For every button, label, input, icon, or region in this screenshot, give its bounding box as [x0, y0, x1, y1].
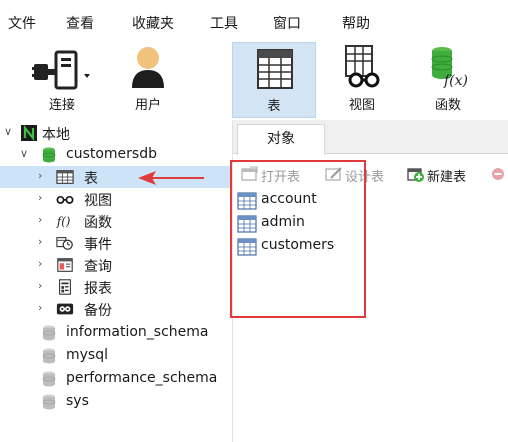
tree-database-customersdb[interactable]: ∨ customersdb — [0, 144, 232, 166]
table-icon — [237, 238, 257, 256]
tree-item-label: 事件 — [84, 237, 112, 253]
table-name: admin — [261, 214, 305, 230]
tree-item-label: 视图 — [84, 193, 112, 209]
table-name: customers — [261, 237, 335, 253]
list-item-table[interactable]: admin — [237, 213, 377, 235]
table-icon — [56, 170, 74, 184]
database-icon — [42, 371, 56, 387]
menu-favorites[interactable]: 收藏夹 — [132, 13, 174, 33]
tree-item-backups[interactable]: › 备份 — [0, 298, 232, 320]
report-icon — [59, 279, 71, 295]
design-table-label: 设计表 — [345, 170, 385, 185]
menu-file[interactable]: 文件 — [8, 13, 36, 33]
tree-database-sys[interactable]: sys — [0, 391, 232, 413]
new-table-icon — [407, 168, 424, 182]
chevron-down-icon[interactable]: ∨ — [4, 126, 14, 138]
tree-item-label: 备份 — [84, 303, 112, 319]
open-table-label: 打开表 — [261, 170, 301, 185]
table-icon — [237, 192, 257, 210]
database-label: customersdb — [66, 146, 157, 162]
table-icon — [237, 215, 257, 233]
new-table-button[interactable]: 新建表 — [407, 165, 487, 185]
chevron-right-icon[interactable]: › — [38, 170, 48, 182]
tree-database-information-schema[interactable]: information_schema — [0, 322, 232, 344]
function-label: 函数 — [434, 98, 461, 113]
chevron-right-icon[interactable]: › — [38, 258, 48, 270]
backup-icon — [56, 303, 74, 315]
event-clock-icon — [56, 237, 73, 250]
tab-objects[interactable]: 对象 — [237, 124, 325, 155]
database-icon — [42, 325, 56, 341]
object-tab-bar: 对象 — [233, 120, 508, 155]
tree-item-label: 函数 — [84, 215, 112, 231]
tree-item-label: 报表 — [84, 281, 112, 297]
design-table-button[interactable]: 设计表 — [325, 165, 405, 185]
function-icon: f() — [56, 215, 71, 229]
view-button[interactable]: 视图 — [322, 40, 402, 118]
tree-item-label: 查询 — [84, 259, 112, 275]
view-label: 视图 — [348, 98, 375, 113]
table-label: 表 — [267, 99, 281, 114]
chevron-down-icon[interactable]: ∨ — [20, 148, 30, 160]
table-name: account — [261, 191, 317, 207]
chevron-right-icon[interactable]: › — [38, 302, 48, 314]
table-button[interactable]: 表 — [232, 42, 316, 118]
tree-item-label: 表 — [84, 171, 98, 187]
connect-label: 连接 — [48, 98, 75, 113]
menu-bar: 文件 查看 收藏夹 工具 窗口 帮助 — [0, 0, 508, 40]
connect-button[interactable]: 连接 — [22, 40, 102, 118]
chevron-right-icon[interactable]: › — [38, 214, 48, 226]
open-table-button[interactable]: 打开表 — [241, 165, 321, 185]
tree-item-queries[interactable]: › 查询 — [0, 254, 232, 276]
database-label: information_schema — [66, 324, 209, 340]
user-icon — [132, 47, 164, 88]
glasses-icon — [56, 195, 74, 204]
list-item-table[interactable]: customers — [237, 236, 377, 258]
connection-icon — [21, 124, 37, 142]
chevron-right-icon[interactable]: › — [38, 236, 48, 248]
tree-item-reports[interactable]: › 报表 — [0, 276, 232, 298]
menu-window[interactable]: 窗口 — [273, 13, 301, 33]
delete-icon — [492, 168, 504, 180]
tree-root-local[interactable]: ∨ 本地 — [0, 122, 232, 144]
query-icon — [57, 258, 73, 272]
function-button[interactable]: f(x) 函数 — [408, 40, 488, 118]
view-icon — [345, 45, 380, 88]
tree-item-events[interactable]: › 事件 — [0, 232, 232, 254]
function-icon: f(x) — [431, 47, 468, 89]
tree-item-views[interactable]: › 视图 — [0, 188, 232, 210]
tree-root-label: 本地 — [42, 127, 70, 143]
object-panel: 对象 打开表 设计表 新建表 account admin customers — [232, 120, 508, 442]
design-table-icon — [325, 167, 342, 181]
chevron-right-icon[interactable]: › — [38, 192, 48, 204]
database-label: sys — [66, 393, 89, 409]
new-table-label: 新建表 — [427, 170, 467, 185]
object-toolbar: 打开表 设计表 新建表 — [233, 162, 508, 188]
annotation-arrow-icon — [138, 171, 204, 185]
connection-icon — [32, 50, 90, 90]
main-toolbar: 连接 用户 表 视图 f(x) 函数 — [0, 40, 508, 120]
svg-text:f(): f() — [56, 215, 71, 229]
tree-database-performance-schema[interactable]: performance_schema — [0, 368, 232, 390]
list-item-table[interactable]: account — [237, 190, 377, 212]
user-button[interactable]: 用户 — [108, 40, 188, 118]
menu-view[interactable]: 查看 — [66, 13, 94, 33]
menu-help[interactable]: 帮助 — [342, 13, 370, 33]
chevron-right-icon[interactable]: › — [38, 280, 48, 292]
database-icon — [42, 394, 56, 410]
delete-table-button[interactable] — [489, 165, 507, 185]
open-table-icon — [241, 166, 258, 181]
database-label: performance_schema — [66, 370, 218, 386]
database-icon — [42, 147, 56, 163]
database-label: mysql — [66, 347, 108, 363]
function-icon-text: f(x) — [443, 73, 468, 89]
tree-item-functions[interactable]: › f() 函数 — [0, 210, 232, 232]
tree-database-mysql[interactable]: mysql — [0, 345, 232, 367]
menu-tools[interactable]: 工具 — [210, 13, 238, 33]
user-label: 用户 — [134, 98, 161, 113]
database-icon — [42, 348, 56, 364]
table-icon — [257, 49, 293, 89]
